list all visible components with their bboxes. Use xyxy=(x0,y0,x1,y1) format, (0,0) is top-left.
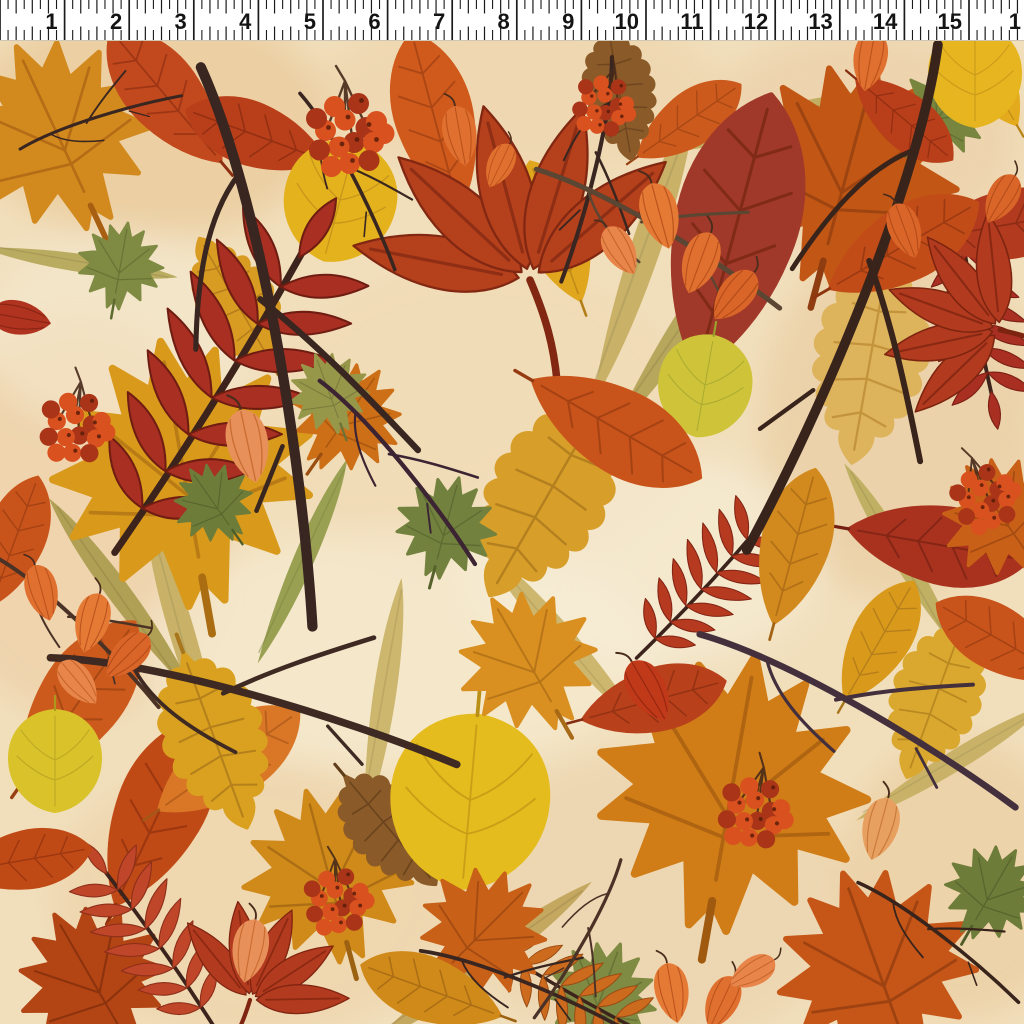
ruler-number: 2 xyxy=(110,9,122,34)
ruler-number: 12 xyxy=(744,9,768,34)
fabric-swatch-photo: 1234567891011121314151 xyxy=(0,0,1024,1024)
ruler-number: 8 xyxy=(498,9,510,34)
ruler-number: 3 xyxy=(175,9,187,34)
ruler-number: 6 xyxy=(368,9,380,34)
ruler-number: 14 xyxy=(873,9,898,34)
ruler-number: 1 xyxy=(45,9,57,34)
fabric-print xyxy=(0,0,1024,1024)
ruler-number: 13 xyxy=(808,9,832,34)
ruler-number: 7 xyxy=(433,9,445,34)
ruler-number: 11 xyxy=(680,9,703,34)
ruler-number: 4 xyxy=(239,9,252,34)
ruler: 1234567891011121314151 xyxy=(0,0,1024,41)
ruler-number: 15 xyxy=(938,9,962,34)
ruler-number: 10 xyxy=(615,9,639,34)
ruler-number-edge: 1 xyxy=(1009,9,1021,34)
ruler-number: 5 xyxy=(304,9,316,34)
ruler-scale: 1234567891011121314151 xyxy=(0,0,1024,40)
ruler-number: 9 xyxy=(562,9,574,34)
